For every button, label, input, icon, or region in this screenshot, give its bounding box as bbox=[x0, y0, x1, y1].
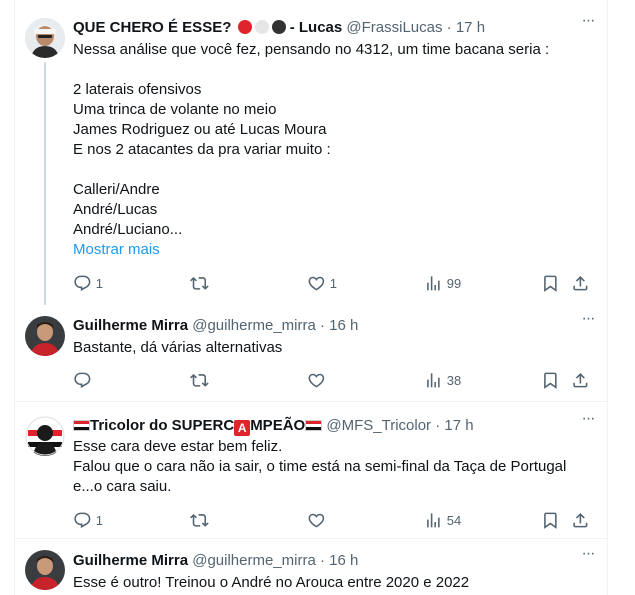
bookmark-button[interactable] bbox=[541, 273, 560, 293]
avatar[interactable] bbox=[25, 18, 65, 58]
tweet-actions: 1 1 99 bbox=[73, 273, 598, 293]
timestamp[interactable]: 16 h bbox=[329, 552, 358, 569]
reply-button[interactable] bbox=[73, 370, 92, 390]
share-icon bbox=[573, 275, 588, 291]
white-circle-icon bbox=[254, 20, 269, 34]
share-icon bbox=[573, 512, 588, 528]
separator-dot: · bbox=[320, 317, 325, 334]
user-handle[interactable]: @guilherme_mirra bbox=[192, 552, 316, 569]
reply-icon bbox=[74, 372, 91, 388]
timestamp[interactable]: 16 h bbox=[329, 317, 358, 334]
views-button[interactable]: 99 bbox=[424, 273, 461, 293]
bookmark-icon bbox=[544, 512, 557, 529]
display-name-suffix[interactable]: MPEÃO bbox=[250, 417, 305, 434]
views-icon bbox=[427, 275, 440, 291]
tweet-2[interactable]: Guilherme Mirra @guilherme_mirra · 16 h … bbox=[14, 305, 608, 400]
reply-count: 1 bbox=[95, 512, 103, 528]
timestamp[interactable]: 17 h bbox=[444, 417, 473, 434]
retweet-button[interactable] bbox=[190, 273, 209, 293]
red-circle-icon bbox=[237, 20, 252, 34]
display-name[interactable]: QUE CHERO É ESSE? bbox=[73, 19, 231, 36]
views-button[interactable]: 38 bbox=[424, 370, 461, 390]
avatar[interactable] bbox=[25, 316, 65, 356]
reply-icon bbox=[74, 512, 91, 528]
reply-button[interactable]: 1 bbox=[73, 273, 103, 293]
user-handle[interactable]: @MFS_Tricolor bbox=[326, 417, 431, 434]
view-count: 99 bbox=[446, 275, 462, 291]
view-count: 38 bbox=[446, 372, 462, 388]
retweet-icon bbox=[190, 276, 209, 290]
flag-icon bbox=[305, 420, 323, 431]
heart-icon bbox=[308, 276, 325, 291]
like-button[interactable] bbox=[307, 370, 326, 390]
retweet-button[interactable] bbox=[190, 370, 209, 390]
letter-a-badge: A bbox=[234, 420, 251, 436]
tweet-4[interactable]: Guilherme Mirra @guilherme_mirra · 16 h … bbox=[14, 539, 608, 595]
display-name[interactable]: Guilherme Mirra bbox=[73, 317, 188, 334]
tweet-1[interactable]: QUE CHERO É ESSE? - Lucas @FrassiLucas ·… bbox=[14, 0, 608, 305]
like-count: 1 bbox=[329, 275, 337, 291]
views-icon bbox=[427, 512, 440, 528]
views-button[interactable]: 54 bbox=[424, 510, 461, 530]
show-more-link[interactable]: Mostrar mais bbox=[73, 240, 160, 260]
black-circle-icon bbox=[271, 20, 286, 34]
share-button[interactable] bbox=[571, 273, 590, 293]
timestamp[interactable]: 17 h bbox=[456, 19, 485, 36]
bookmark-button[interactable] bbox=[541, 510, 560, 530]
separator-dot: · bbox=[435, 417, 441, 434]
avatar-image bbox=[25, 416, 65, 456]
tweet-actions: 1 54 bbox=[73, 510, 598, 530]
avatar-image bbox=[25, 550, 65, 590]
avatar[interactable] bbox=[25, 550, 65, 590]
avatar-image bbox=[25, 18, 65, 58]
bookmark-button[interactable] bbox=[541, 370, 560, 390]
retweet-button[interactable] bbox=[190, 510, 209, 530]
tweet-header: QUE CHERO É ESSE? - Lucas @FrassiLucas ·… bbox=[73, 18, 578, 38]
tweet-text: Esse cara deve estar bem feliz. Falou qu… bbox=[73, 438, 567, 495]
tweet-3[interactable]: Tricolor do SUPERC A MPEÃO @MFS_Tricolor ·… bbox=[14, 402, 608, 538]
view-count: 54 bbox=[446, 512, 462, 528]
more-icon[interactable]: ··· bbox=[578, 546, 598, 569]
share-icon bbox=[573, 372, 588, 388]
separator-dot: · bbox=[446, 19, 452, 36]
more-icon[interactable]: ··· bbox=[578, 311, 598, 334]
reply-count: 1 bbox=[95, 275, 103, 291]
emoji-dots bbox=[237, 20, 286, 34]
retweet-icon bbox=[190, 373, 209, 387]
retweet-icon bbox=[190, 513, 209, 527]
tweet-text: Nessa análise que você fez, pensando no … bbox=[73, 41, 550, 238]
more-icon[interactable]: ··· bbox=[578, 13, 598, 36]
thread-line bbox=[44, 62, 46, 305]
user-handle[interactable]: @guilherme_mirra bbox=[192, 317, 316, 334]
user-handle[interactable]: @FrassiLucas bbox=[346, 19, 442, 36]
tweet-actions: 38 bbox=[73, 370, 598, 390]
heart-icon bbox=[308, 513, 325, 528]
views-icon bbox=[427, 372, 440, 388]
display-name-suffix[interactable]: - Lucas bbox=[290, 19, 343, 36]
avatar-image bbox=[25, 316, 65, 356]
flag-icon bbox=[73, 420, 90, 431]
reply-icon bbox=[74, 275, 91, 291]
bookmark-icon bbox=[544, 275, 557, 292]
share-button[interactable] bbox=[571, 510, 590, 530]
heart-icon bbox=[308, 373, 325, 388]
tweet-text: Bastante, dá várias alternativas bbox=[73, 339, 283, 356]
like-button[interactable] bbox=[307, 510, 326, 530]
reply-button[interactable]: 1 bbox=[73, 510, 103, 530]
display-name[interactable]: Tricolor do SUPERC bbox=[90, 417, 234, 434]
tweet-header: Guilherme Mirra @guilherme_mirra · 16 h bbox=[73, 551, 578, 571]
share-button[interactable] bbox=[571, 370, 590, 390]
avatar[interactable] bbox=[25, 416, 65, 456]
tweet-header: Guilherme Mirra @guilherme_mirra · 16 h bbox=[73, 316, 578, 336]
bookmark-icon bbox=[544, 372, 557, 389]
display-name[interactable]: Guilherme Mirra bbox=[73, 552, 188, 569]
separator-dot: · bbox=[320, 552, 325, 569]
tweet-header: Tricolor do SUPERC A MPEÃO @MFS_Tricolor ·… bbox=[73, 416, 578, 436]
like-button[interactable]: 1 bbox=[307, 273, 337, 293]
tweet-text: Esse é outro! Treinou o André no Arouca … bbox=[73, 574, 470, 591]
more-icon[interactable]: ··· bbox=[578, 411, 598, 434]
